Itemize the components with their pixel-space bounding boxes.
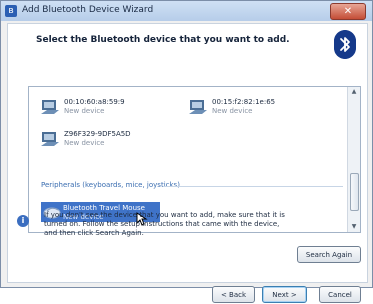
scrollbar[interactable]: ▲ ▼ [347, 87, 360, 232]
device-name: 00:10:60:a8:59:9 [64, 98, 125, 106]
computer-icon [41, 132, 59, 146]
info-icon: i [17, 215, 29, 227]
wizard-window: ʙ Add Bluetooth Device Wizard ✕ Select t… [0, 0, 373, 303]
title-bar[interactable]: ʙ Add Bluetooth Device Wizard ✕ [1, 1, 372, 21]
next-button[interactable]: Next > [262, 286, 307, 303]
window-title: Add Bluetooth Device Wizard [22, 5, 154, 15]
scroll-thumb[interactable] [350, 173, 359, 211]
wizard-content: Select the Bluetooth device that you wan… [7, 23, 368, 303]
computer-icon [41, 100, 59, 114]
bluetooth-icon: ʙ [5, 5, 17, 17]
bluetooth-logo-icon [334, 30, 356, 59]
category-divider [163, 186, 343, 187]
back-button[interactable]: < Back [212, 286, 255, 303]
device-status: New device [64, 107, 105, 115]
device-status: New device [64, 139, 105, 147]
page-title: Select the Bluetooth device that you wan… [36, 35, 290, 45]
device-name: 00:15:f2:82:1e:65 [212, 98, 276, 106]
scroll-up-arrow-icon[interactable]: ▲ [348, 87, 360, 97]
cancel-button[interactable]: Cancel [319, 286, 361, 303]
scroll-down-arrow-icon[interactable]: ▼ [348, 222, 360, 232]
close-button[interactable]: ✕ [330, 3, 366, 20]
search-again-button[interactable]: Search Again [297, 246, 361, 263]
info-text: If you don't see the device that you wan… [44, 211, 285, 237]
computer-icon [189, 100, 207, 114]
device-name: Z96F329-9DF5A5D [64, 130, 131, 138]
device-status: New device [212, 107, 253, 115]
category-label: Peripherals (keyboards, mice, joysticks) [41, 181, 180, 189]
